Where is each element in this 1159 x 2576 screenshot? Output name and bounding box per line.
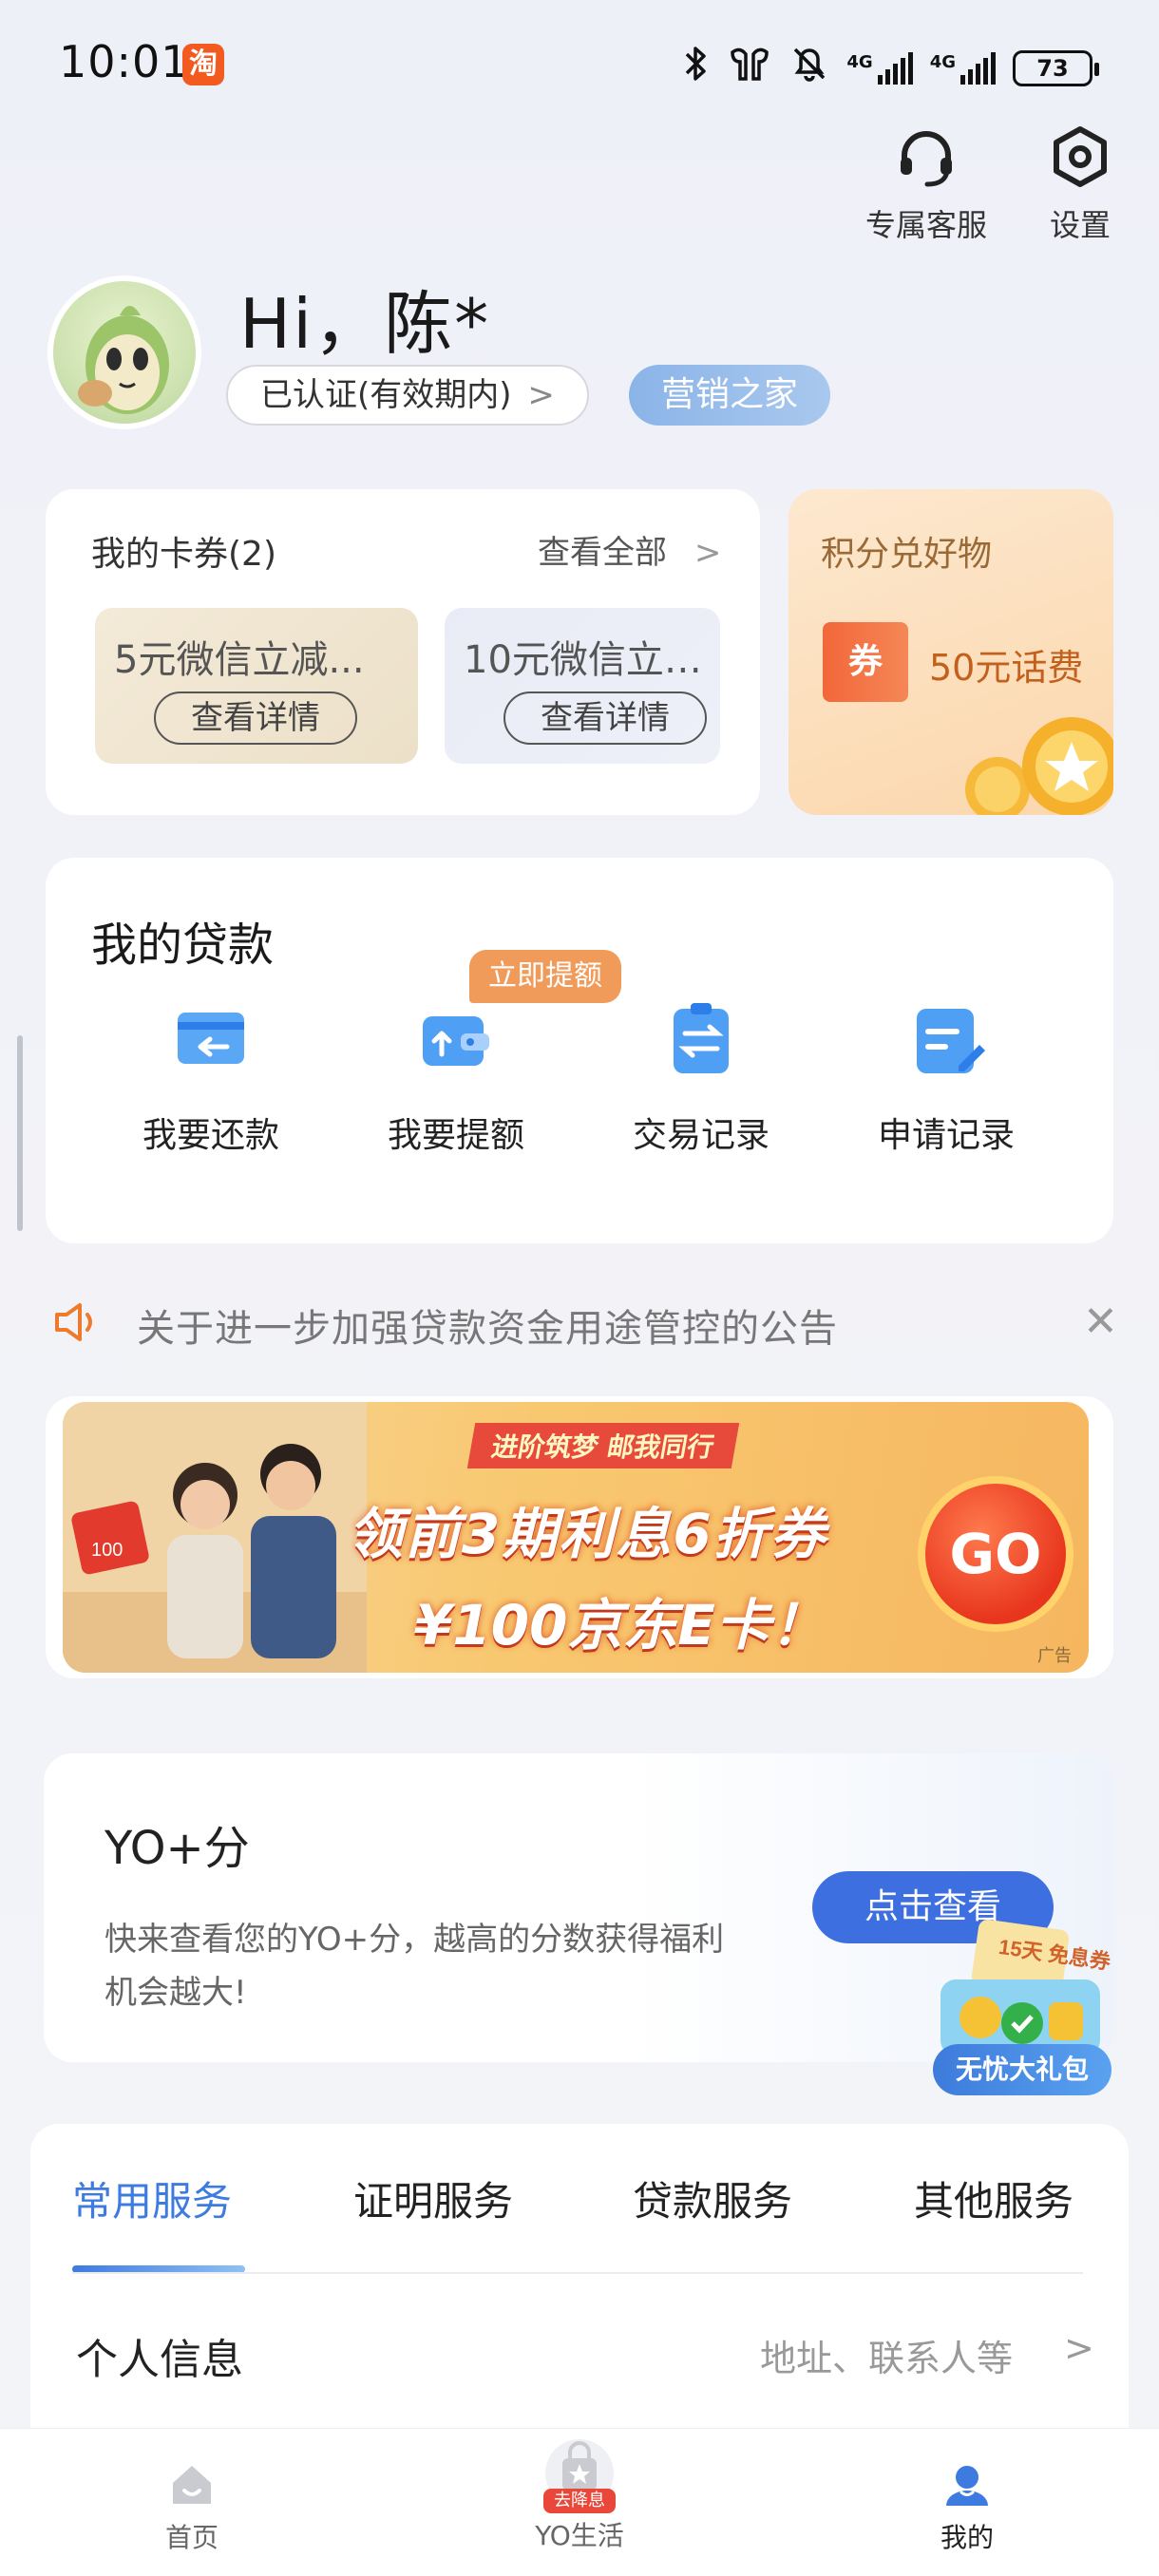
speaker-icon: [51, 1299, 101, 1349]
taobao-notification-icon: 淘: [182, 44, 224, 85]
repay-icon: [178, 1013, 244, 1064]
couple-kitchen-illustration: 100: [63, 1402, 367, 1673]
gift-package-label[interactable]: 无忧大礼包: [933, 2044, 1112, 2095]
nav-badge: 去降息: [543, 2489, 616, 2513]
points-exchange-title: 积分兑好物: [821, 535, 993, 574]
tab-certificate-services[interactable]: 证明服务: [353, 2169, 513, 2227]
personal-info-row[interactable]: 个人信息: [76, 2325, 243, 2386]
my-loan-title: 我的贷款: [91, 919, 275, 972]
nav-mine[interactable]: 我的: [872, 2460, 1062, 2555]
headset-icon: [901, 131, 952, 187]
bluetooth-icon: [681, 45, 710, 91]
banner-slogan: 进阶筑梦 邮我同行: [466, 1423, 739, 1468]
raise-limit-label: 我要提额: [387, 1116, 524, 1155]
application-icon: [917, 1009, 985, 1073]
coupon-text: 10元微信立减...: [464, 638, 720, 682]
nav-yo-life-label: YO生活: [535, 2520, 624, 2551]
signal-icon-1: 4G: [846, 51, 913, 85]
points-reward-value: 50元话费: [929, 647, 1084, 689]
raise-limit-button[interactable]: 我要提额: [352, 995, 560, 1157]
yo-score-title: YO+分: [104, 1822, 250, 1875]
marketing-home-button[interactable]: 营销之家: [629, 365, 831, 426]
gold-coin-icon: [965, 717, 1113, 815]
status-time: 10:01: [59, 36, 190, 87]
chevron-right-icon[interactable]: >: [1064, 2327, 1094, 2369]
battery-icon: 73: [1013, 49, 1099, 86]
mute-bell-icon: [789, 44, 829, 92]
coupon-detail-button[interactable]: 查看详情: [504, 691, 707, 745]
status-bar: 10:01 淘 4G 4G 73: [0, 0, 1159, 123]
user-greeting: Hi，陈*: [239, 284, 491, 364]
coupon-item[interactable]: 5元微信立减... 查看详情: [95, 608, 418, 764]
tab-common-services[interactable]: 常用服务: [72, 2169, 232, 2227]
view-all-label: 查看全部: [538, 534, 667, 572]
banner-headline: 领前3期利息6折券: [348, 1502, 827, 1566]
chevron-right-icon: >: [527, 376, 555, 414]
my-coupons-title: 我的卡券(2): [91, 535, 276, 574]
earbuds-icon: [727, 45, 772, 91]
network-type-1: 4G: [846, 51, 873, 72]
close-icon[interactable]: ✕: [1083, 1297, 1118, 1346]
yo-score-description: 快来查看您的YO+分，越高的分数获得福利机会越大!: [104, 1921, 725, 2012]
nav-mine-label: 我的: [940, 2522, 994, 2553]
transaction-records-button[interactable]: 交易记录: [597, 995, 806, 1157]
chevron-right-icon: >: [694, 534, 722, 572]
status-icons: 4G 4G 73: [681, 44, 1099, 92]
network-type-2: 4G: [929, 51, 956, 72]
avatar-character-image: [78, 306, 169, 414]
transaction-icon: [674, 1003, 729, 1073]
banner-go-button[interactable]: GO: [925, 1484, 1066, 1624]
coupon-text: 5元微信立减...: [114, 638, 365, 682]
settings-label: 设置: [1049, 207, 1111, 243]
verification-status-button[interactable]: 已认证(有效期内) >: [226, 365, 589, 426]
home-icon: [173, 2466, 211, 2504]
gear-icon: [1054, 126, 1107, 187]
divider: [72, 2272, 1083, 2274]
coupon-ticket-icon: 券: [823, 622, 908, 702]
transaction-records-label: 交易记录: [632, 1116, 770, 1155]
announcement-link[interactable]: 关于进一步加强贷款资金用途管控的公告: [137, 1297, 838, 1353]
banner-subheadline: ¥100京东E卡！: [414, 1593, 826, 1657]
shop-bag-icon: 去降息: [532, 2434, 627, 2513]
coupon-detail-button[interactable]: 查看详情: [154, 691, 357, 745]
profile-icon: [946, 2466, 988, 2506]
repay-label: 我要还款: [142, 1116, 279, 1155]
avatar[interactable]: [48, 275, 201, 429]
promo-banner[interactable]: 100 进阶筑梦 邮我同行 领前3期利息6折券 ¥100京东E卡！ GO 广告: [46, 1396, 1113, 1678]
nav-home-label: 首页: [164, 2522, 218, 2553]
customer-service-label: 专属客服: [864, 207, 987, 243]
customer-service-button[interactable]: 专属客服: [855, 123, 998, 245]
wallet-raise-icon: [423, 1016, 489, 1066]
application-records-label: 申请记录: [877, 1116, 1015, 1155]
gift-box-icon: 15天 免息券: [940, 1919, 1113, 2055]
tab-other-services[interactable]: 其他服务: [914, 2169, 1074, 2227]
tab-loan-services[interactable]: 贷款服务: [633, 2169, 792, 2227]
personal-info-hint: 地址、联系人等: [760, 2338, 1014, 2379]
coupons-view-all-link[interactable]: 查看全部 >: [538, 526, 721, 573]
coupon-item[interactable]: 10元微信立减... 查看详情: [445, 608, 720, 764]
promo-banner-image: 100 进阶筑梦 邮我同行 领前3期利息6折券 ¥100京东E卡！ GO 广告: [63, 1402, 1089, 1673]
ad-label: 广告: [1037, 1646, 1072, 1666]
repay-button[interactable]: 我要还款: [106, 995, 315, 1157]
application-records-button[interactable]: 申请记录: [842, 995, 1051, 1157]
settings-button[interactable]: 设置: [1009, 123, 1151, 245]
signal-icon-2: 4G: [929, 51, 996, 85]
scrollbar[interactable]: [17, 1035, 23, 1231]
nav-home[interactable]: 首页: [97, 2460, 287, 2555]
nav-yo-life[interactable]: 去降息 YO生活: [484, 2439, 674, 2553]
verification-status-label: 已认证(有效期内): [260, 376, 512, 414]
gift-card-value: 100: [91, 1540, 123, 1561]
